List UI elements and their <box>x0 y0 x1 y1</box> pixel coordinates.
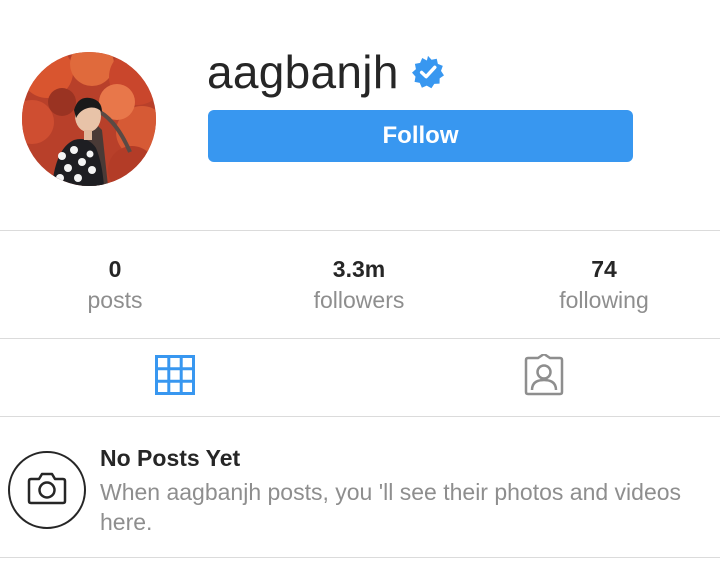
profile-header: aagbanjh Follow <box>0 0 720 230</box>
following-label: following <box>559 287 649 313</box>
tab-posts-grid[interactable] <box>115 339 235 416</box>
username-row: aagbanjh <box>207 44 445 100</box>
verified-badge-icon <box>411 55 445 89</box>
camera-icon <box>27 471 67 510</box>
username: aagbanjh <box>207 46 399 98</box>
posts-label: posts <box>87 287 143 313</box>
followers-count: 3.3m <box>332 256 386 282</box>
stat-posts: 0 posts <box>15 255 215 315</box>
empty-state: No Posts Yet When aagbanjh posts, you 'l… <box>0 417 720 557</box>
avatar[interactable] <box>22 52 156 186</box>
following-count: 74 <box>591 256 617 282</box>
avatar-image <box>22 52 156 186</box>
posts-count: 0 <box>108 256 122 282</box>
divider <box>0 557 720 558</box>
followers-label: followers <box>313 287 405 313</box>
profile-stats: 0 posts 3.3m followers 74 following <box>0 231 720 338</box>
tagged-user-icon <box>523 352 565 401</box>
grid-icon <box>155 355 195 400</box>
empty-state-title: No Posts Yet <box>100 445 241 471</box>
profile-tabs <box>0 339 720 416</box>
follow-button[interactable]: Follow <box>208 110 633 162</box>
empty-state-message: When aagbanjh posts, you 'll see their p… <box>100 479 682 535</box>
tab-tagged[interactable] <box>484 339 604 416</box>
stat-followers[interactable]: 3.3m followers <box>259 255 459 315</box>
stat-following[interactable]: 74 following <box>504 255 704 315</box>
camera-icon-circle <box>8 451 86 529</box>
